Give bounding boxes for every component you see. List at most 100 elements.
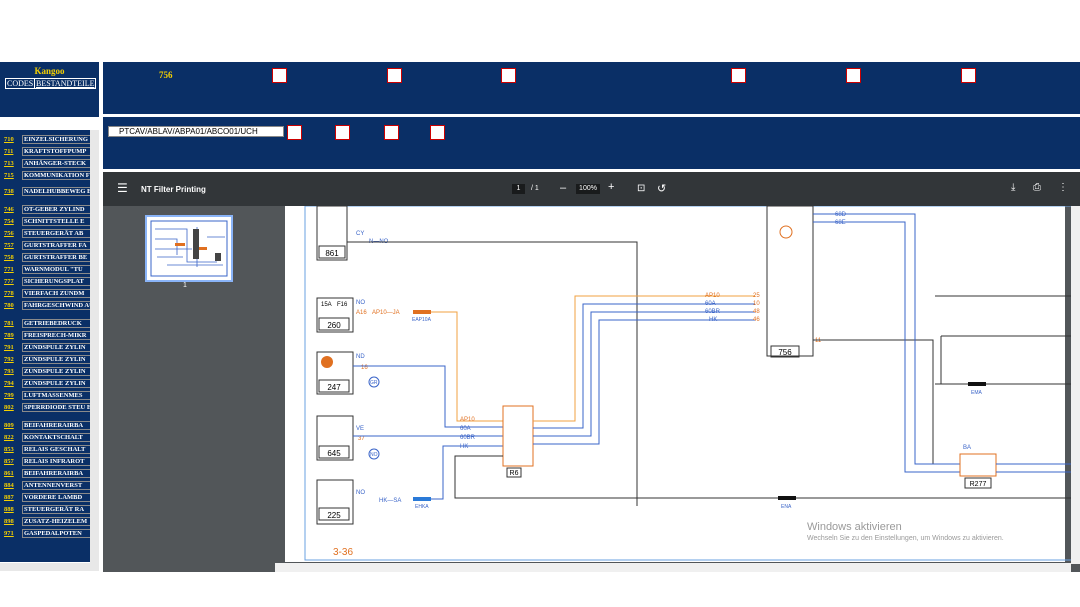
- component-list-item[interactable]: 794 ZÜNDSPULE ZYLIN: [4, 379, 95, 388]
- component-label[interactable]: EINZELSICHERUNG: [22, 135, 95, 144]
- component-code-link[interactable]: 711: [4, 148, 20, 155]
- component-label[interactable]: KOMMUNIKATION FUNKTELEFON: [22, 171, 95, 180]
- component-list-item[interactable]: 802SPERRDIODE STEU EINSPRITZANLAG: [4, 403, 95, 412]
- component-label[interactable]: ANTENNENVERST: [22, 481, 95, 490]
- component-label[interactable]: SCHNITTSTELLE E: [22, 217, 95, 226]
- component-code-link[interactable]: 888: [4, 506, 20, 513]
- component-code-link[interactable]: 822: [4, 434, 20, 441]
- component-code-link[interactable]: 715: [4, 172, 20, 179]
- print-icon[interactable]: [846, 68, 861, 83]
- component-code-link[interactable]: 777: [4, 278, 20, 285]
- edit-icon[interactable]: [384, 125, 399, 140]
- component-label[interactable]: VORDERE LAMBD: [22, 493, 95, 502]
- component-code-link[interactable]: 754: [4, 218, 20, 225]
- component-code-link[interactable]: 799: [4, 392, 20, 399]
- tab-bestandteile[interactable]: BESTANDTEILE: [34, 78, 97, 89]
- zoom-input[interactable]: 100%: [576, 184, 600, 194]
- component-label[interactable]: ZUSATZ-HEIZELEM: [22, 517, 95, 526]
- wiring-icon[interactable]: [272, 68, 287, 83]
- component-label[interactable]: STEUERGERÄT AB: [22, 229, 95, 238]
- component-label[interactable]: KONTAKTSCHALT: [22, 433, 95, 442]
- component-code-link[interactable]: 884: [4, 482, 20, 489]
- component-label[interactable]: FREISPRECH-MIKR: [22, 331, 95, 340]
- component-list-item[interactable]: 822 KONTAKTSCHALT: [4, 433, 95, 442]
- component-list-item[interactable]: 898 ZUSATZ-HEIZELEM: [4, 517, 95, 526]
- component-list-item[interactable]: 853 RELAIS GESCHALT: [4, 445, 95, 454]
- left-horizontal-scrollbar[interactable]: [0, 563, 99, 571]
- component-list-item[interactable]: 861 BEIFAHRERAIRBA: [4, 469, 95, 478]
- component-label[interactable]: RELAIS INFRAROT: [22, 457, 95, 466]
- component-label[interactable]: OT-GEBER ZYLIND: [22, 205, 95, 214]
- component-label[interactable]: FAHRGESCHWIND AUTOMATIKGETR: [22, 301, 95, 310]
- component-code-link[interactable]: 971: [4, 530, 20, 537]
- component-code-link[interactable]: 857: [4, 458, 20, 465]
- component-code-link[interactable]: 780: [4, 302, 20, 309]
- path-select[interactable]: PTCAV/ABLAV/ABPA01/ABCO01/UCH: [108, 126, 284, 137]
- component-list-item[interactable]: 793 ZÜNDSPULE ZYLIN: [4, 367, 95, 376]
- component-label[interactable]: WARNMODUL "TÜ: [22, 265, 95, 274]
- component-list-item[interactable]: 713 ANHÄNGER-STECK: [4, 159, 95, 168]
- component-code-link[interactable]: 898: [4, 518, 20, 525]
- component-list-item[interactable]: 771 WARNMODUL "TÜ: [4, 265, 95, 274]
- download-icon[interactable]: ⤓: [1011, 182, 1015, 193]
- left-vertical-scrollbar[interactable]: [90, 130, 99, 566]
- component-label[interactable]: GASPEDALPOTEN: [22, 529, 95, 538]
- component-code-link[interactable]: 781: [4, 320, 20, 327]
- component-list-item[interactable]: 884 ANTENNENVERST: [4, 481, 95, 490]
- component-list-item[interactable]: 758 GURTSTRAFFER BE: [4, 253, 95, 262]
- component-label[interactable]: ZÜNDSPULE ZYLIN: [22, 367, 95, 376]
- component-list-item[interactable]: 757 GURTSTRAFFER FA: [4, 241, 95, 250]
- component-list-item[interactable]: 778 VIERFACH ZÜNDM: [4, 289, 95, 298]
- component-list-item[interactable]: 971 GASPEDALPOTEN: [4, 529, 95, 538]
- component-label[interactable]: BEIFAHRERAIRBA: [22, 469, 95, 478]
- component-list-item[interactable]: 710 EINZELSICHERUNG: [4, 135, 95, 144]
- component-code-link[interactable]: 713: [4, 160, 20, 167]
- component-code-link[interactable]: 756: [4, 230, 20, 237]
- component-list-item[interactable]: 791 ZÜNDSPULE ZYLIN: [4, 343, 95, 352]
- component-label[interactable]: SPERRDIODE STEU EINSPRITZANLAG: [22, 403, 95, 412]
- component-label[interactable]: RELAIS GESCHALT: [22, 445, 95, 454]
- more-icon[interactable]: ⋮: [1058, 182, 1068, 193]
- component-label[interactable]: BEIFAHRERAIRBA: [22, 421, 95, 430]
- page-number-input[interactable]: 1: [512, 184, 525, 194]
- component-label[interactable]: ZÜNDSPULE ZYLIN: [22, 379, 95, 388]
- book-icon[interactable]: [731, 68, 746, 83]
- component-list-item[interactable]: 809 BEIFAHRERAIRBA: [4, 421, 95, 430]
- printer-icon[interactable]: ⎙: [1033, 182, 1041, 193]
- case-icon[interactable]: [387, 68, 402, 83]
- component-list-item[interactable]: 715KOMMUNIKATION FUNKTELEFON: [4, 171, 95, 180]
- help-icon[interactable]: [961, 68, 976, 83]
- component-label[interactable]: GURTSTRAFFER BE: [22, 253, 95, 262]
- component-list-item[interactable]: 777 SICHERUNGSPLAT: [4, 277, 95, 286]
- component-list-item[interactable]: 746 OT-GEBER ZYLIND: [4, 205, 95, 214]
- zoom-in-icon[interactable]: +: [608, 181, 614, 193]
- component-label[interactable]: ZÜNDSPULE ZYLIN: [22, 343, 95, 352]
- component-list-item[interactable]: 887 VORDERE LAMBD: [4, 493, 95, 502]
- fit-page-icon[interactable]: ⊡: [637, 183, 645, 194]
- menu-icon[interactable]: ☰: [117, 181, 128, 195]
- component-label[interactable]: ZÜNDSPULE ZYLIN: [22, 355, 95, 364]
- component-list-item[interactable]: 711 KRAFTSTOFFPUMP: [4, 147, 95, 156]
- component-label[interactable]: KRAFTSTOFFPUMP: [22, 147, 95, 156]
- tab-codes[interactable]: CODES: [5, 78, 36, 89]
- component-code-link[interactable]: 809: [4, 422, 20, 429]
- component-list-item[interactable]: 780FAHRGESCHWIND AUTOMATIKGETR: [4, 301, 95, 310]
- rotate-icon[interactable]: ↺: [657, 182, 666, 195]
- list-icon[interactable]: [430, 125, 445, 140]
- component-code-link[interactable]: 771: [4, 266, 20, 273]
- component-label[interactable]: NADELHUBBEWEG EINSPRITZANLAG: [22, 187, 95, 196]
- component-label[interactable]: ANHÄNGER-STECK: [22, 159, 95, 168]
- component-list-item[interactable]: 756 STEUERGERÄT AB: [4, 229, 95, 238]
- component-list-item[interactable]: 781 GETRIEBEDRUCK: [4, 319, 95, 328]
- component-code-link[interactable]: 789: [4, 332, 20, 339]
- component-code-link[interactable]: 746: [4, 206, 20, 213]
- component-code-link[interactable]: 853: [4, 446, 20, 453]
- component-code-link[interactable]: 792: [4, 356, 20, 363]
- component-label[interactable]: LUFTMASSENMES: [22, 391, 95, 400]
- component-list-item[interactable]: 857 RELAIS INFRAROT: [4, 457, 95, 466]
- component-label[interactable]: SICHERUNGSPLAT: [22, 277, 95, 286]
- component-list-item[interactable]: 738NADELHUBBEWEG EINSPRITZANLAG: [4, 187, 95, 196]
- component-code-link[interactable]: 793: [4, 368, 20, 375]
- component-list-item[interactable]: 789 FREISPRECH-MIKR: [4, 331, 95, 340]
- component-list-item[interactable]: 792 ZÜNDSPULE ZYLIN: [4, 355, 95, 364]
